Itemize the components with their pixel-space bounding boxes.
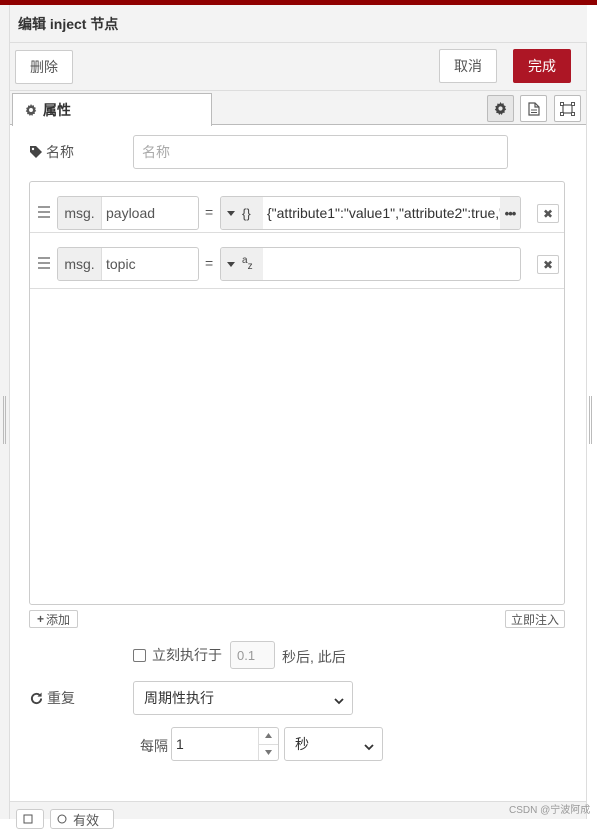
interval-label: 每隔 <box>140 738 168 754</box>
repeat-mode-select[interactable]: 周期性执行 <box>133 681 353 715</box>
add-property-button[interactable]: + 添加 <box>29 610 78 628</box>
chevron-down-icon <box>364 739 374 755</box>
tag-icon <box>30 146 42 158</box>
property-value-text[interactable] <box>263 248 520 280</box>
property-key-value[interactable]: topic <box>102 248 198 280</box>
book-icon <box>23 812 33 827</box>
done-button[interactable]: 完成 <box>513 49 571 83</box>
close-icon: ✖ <box>542 257 554 272</box>
property-value-field[interactable]: {} {"attribute1":"value1","attribute2":t… <box>220 196 521 230</box>
caret-down-icon <box>227 261 235 267</box>
repeat-mode-value: 周期性执行 <box>144 690 214 706</box>
plus-icon: + <box>36 612 44 626</box>
delete-button[interactable]: 删除 <box>15 50 73 84</box>
caret-down-icon <box>227 210 235 216</box>
caret-down-icon <box>265 749 272 755</box>
property-value-field[interactable]: az <box>220 247 521 281</box>
chevron-down-icon <box>334 693 344 709</box>
inject-once-label: 立刻执行于 <box>152 647 222 663</box>
gear-icon <box>25 104 37 116</box>
remove-row-button[interactable]: ✖ <box>537 204 559 223</box>
document-icon <box>527 101 540 116</box>
tray-toolbar: 删除 取消 完成 <box>10 43 586 91</box>
inject-delay-suffix: 秒后, 此后 <box>282 649 346 665</box>
stepper-arrows <box>258 728 278 760</box>
settings-tab-button[interactable] <box>487 95 514 122</box>
repeat-label-text: 重复 <box>47 690 75 706</box>
tray-footer: 有效 <box>10 801 586 829</box>
property-row: msg. payload = {} {"attribute1":"value1"… <box>30 182 564 233</box>
properties-list: msg. payload = {} {"attribute1":"value1"… <box>29 181 565 605</box>
string-type-icon: az <box>242 255 253 272</box>
inject-once-option[interactable]: 立刻执行于 <box>133 641 222 669</box>
json-type-icon: {} <box>242 205 251 221</box>
caret-up-icon <box>265 733 272 739</box>
increment-button[interactable] <box>259 728 278 744</box>
inject-now-button[interactable]: 立即注入 <box>505 610 565 628</box>
tab-properties-label: 属性 <box>43 102 71 118</box>
circle-icon <box>57 812 67 827</box>
cancel-button[interactable]: 取消 <box>439 49 497 83</box>
property-key-value[interactable]: payload <box>102 197 198 229</box>
repeat-label: 重复 <box>30 688 75 708</box>
property-key-field[interactable]: msg. payload <box>57 196 199 230</box>
interval-value[interactable]: 1 <box>172 728 258 760</box>
refresh-icon <box>30 691 43 705</box>
description-tab-button[interactable] <box>520 95 547 122</box>
drag-handle-icon[interactable] <box>38 206 50 221</box>
inject-delay-input[interactable]: 0.1 <box>230 641 275 669</box>
name-input[interactable] <box>133 135 508 169</box>
enable-label: 有效 <box>73 812 100 828</box>
interval-unit-value: 秒 <box>295 736 309 752</box>
drag-handle-icon[interactable] <box>38 257 50 272</box>
ellipsis-icon: ••• <box>504 205 517 221</box>
right-resize-grip[interactable] <box>589 396 592 444</box>
watermark: CSDN @宁波阿成 <box>509 805 591 816</box>
equals-sign: = <box>205 204 214 220</box>
enable-toggle-button[interactable]: 有效 <box>50 809 114 829</box>
decrement-button[interactable] <box>259 743 278 761</box>
interval-unit-select[interactable]: 秒 <box>284 727 383 761</box>
type-select[interactable]: az <box>221 248 263 280</box>
type-select[interactable]: {} <box>221 197 263 229</box>
appearance-tab-button[interactable] <box>554 95 581 122</box>
tray-title: 编辑 inject 节点 <box>10 5 587 43</box>
add-property-label: 添加 <box>46 612 71 627</box>
property-row: msg. topic = az ✖ <box>30 233 564 289</box>
property-key-field[interactable]: msg. topic <box>57 247 199 281</box>
property-value-text[interactable]: {"attribute1":"value1","attribute2":true… <box>263 197 500 229</box>
interval-stepper[interactable]: 1 <box>171 727 279 761</box>
gear-icon <box>494 102 507 115</box>
msg-prefix: msg. <box>58 197 102 229</box>
expand-editor-button[interactable]: ••• <box>500 197 520 229</box>
node-info-button[interactable] <box>16 809 44 829</box>
name-label: 名称 <box>30 142 74 162</box>
remove-row-button[interactable]: ✖ <box>537 255 559 274</box>
frame-icon <box>560 101 575 116</box>
equals-sign: = <box>205 255 214 271</box>
inject-once-checkbox[interactable] <box>133 648 146 662</box>
left-resize-grip[interactable] <box>3 396 6 444</box>
tab-properties[interactable]: 属性 <box>12 93 212 126</box>
close-icon: ✖ <box>542 206 554 221</box>
tab-bar: 属性 <box>10 91 586 126</box>
name-label-text: 名称 <box>46 144 74 160</box>
msg-prefix: msg. <box>58 248 102 280</box>
